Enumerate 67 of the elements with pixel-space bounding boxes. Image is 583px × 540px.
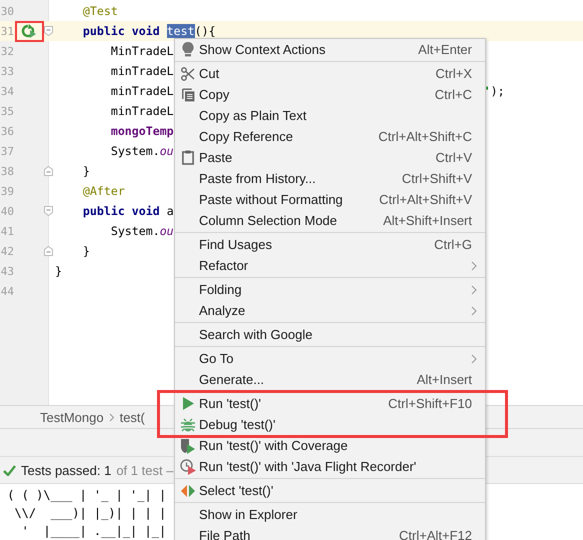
line-number: 32	[0, 44, 14, 58]
run-gutter-icon[interactable]	[14, 20, 44, 42]
menu-item[interactable]: Run 'test()' with 'Java Flight Recorder'	[175, 456, 485, 477]
menu-item[interactable]: Analyze	[175, 300, 485, 321]
menu-item[interactable]: Debug 'test()'	[175, 414, 485, 435]
line-number: 39	[0, 184, 14, 198]
menu-item[interactable]: Run 'test()' Ctrl+Shift+F10	[175, 393, 485, 414]
menu-item[interactable]: Show in Explorer	[175, 504, 485, 525]
code-line: }	[55, 264, 62, 278]
line-number: 44	[0, 284, 14, 298]
menu-item[interactable]: Copy Reference Ctrl+Alt+Shift+C	[175, 126, 485, 147]
menu-item[interactable]: Column Selection Mode Alt+Shift+Insert	[175, 210, 485, 231]
line-number: 41	[0, 224, 14, 238]
line-number: 38	[0, 164, 14, 178]
line-number: 31	[0, 24, 14, 38]
fold-icon[interactable]	[44, 166, 53, 176]
menu-item[interactable]: Find Usages Ctrl+G	[175, 234, 485, 255]
code-line: mongoTemp	[110, 124, 174, 138]
code-line: System.ou	[110, 224, 174, 238]
code-line: @After	[82, 184, 125, 198]
fold-icon[interactable]	[44, 206, 53, 216]
menu-item[interactable]: Copy Ctrl+C	[175, 84, 485, 105]
menu-item[interactable]: Go To	[175, 348, 485, 369]
code-line: System.ou	[110, 144, 174, 158]
console-line: ' |____| .__|_| |_|	[20, 524, 166, 538]
line-number: 30	[0, 4, 14, 18]
tests-count-label: of 1 test –	[116, 462, 174, 478]
line-number: 37	[0, 144, 14, 158]
menu-item[interactable]: Search with Google	[175, 324, 485, 345]
code-fragment: ');	[484, 84, 505, 98]
code-line: MinTradeL	[110, 44, 174, 58]
menu-item[interactable]: Paste from History... Ctrl+Shift+V	[175, 168, 485, 189]
breadcrumb-item[interactable]: TestMongo	[40, 410, 104, 424]
menu-item[interactable]: Refactor	[175, 255, 485, 276]
menu-item[interactable]: Show Context Actions Alt+Enter	[175, 39, 485, 60]
code-line: }	[82, 244, 90, 258]
code-line: minTradeL	[110, 104, 174, 118]
menu-item[interactable]: Copy as Plain Text	[175, 105, 485, 126]
menu-item[interactable]: Paste Ctrl+V	[175, 147, 485, 168]
code-line: }	[82, 164, 90, 178]
menu-item[interactable]: Cut Ctrl+X	[175, 63, 485, 84]
code-line: minTradeL	[110, 64, 174, 78]
line-number: 43	[0, 264, 14, 278]
line-number: 42	[0, 244, 14, 258]
menu-item[interactable]: Select 'test()'	[175, 480, 485, 501]
menu-item[interactable]: Folding	[175, 279, 485, 300]
chevron-icon	[108, 412, 115, 422]
code-line: @Test	[82, 4, 118, 18]
fold-icon[interactable]	[44, 246, 53, 256]
menu-item[interactable]: File Path Ctrl+Alt+F12	[175, 525, 485, 540]
line-number: 34	[0, 84, 14, 98]
menu-item[interactable]: Run 'test()' with Coverage	[175, 435, 485, 456]
line-number: 40	[0, 204, 14, 218]
fold-icon[interactable]	[44, 26, 53, 36]
code-line: minTradeL	[110, 84, 174, 98]
breadcrumb-item[interactable]: test(	[120, 410, 145, 424]
console-line: \\/ ___)| |_)| | | |	[13, 506, 166, 520]
line-number: 36	[0, 124, 14, 138]
menu-item[interactable]: Paste without Formatting Ctrl+Alt+Shift+V	[175, 189, 485, 210]
check-icon	[3, 464, 16, 476]
console-line: ( ( )\___ | '_ | '_| |	[6, 488, 166, 502]
tests-passed-label: Tests passed: 1	[21, 462, 112, 478]
line-number: 33	[0, 64, 14, 78]
line-number: 35	[0, 104, 14, 118]
menu-item[interactable]: Generate... Alt+Insert	[175, 369, 485, 390]
code-line: public void test(){	[82, 24, 216, 38]
code-line: public void a	[82, 204, 174, 218]
